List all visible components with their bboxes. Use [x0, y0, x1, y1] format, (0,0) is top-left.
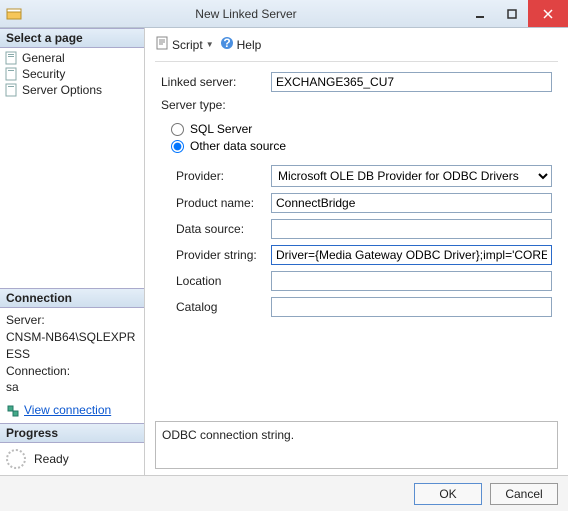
- sidebar: Select a page General Security Server Op…: [0, 28, 145, 475]
- ok-button[interactable]: OK: [414, 483, 482, 505]
- view-connection-label: View connection: [24, 402, 111, 419]
- sidebar-item-label: Security: [22, 67, 65, 81]
- main-panel: Script ▼ ? Help Linked server: Server ty…: [145, 28, 568, 475]
- svg-text:?: ?: [223, 36, 230, 50]
- cancel-button[interactable]: Cancel: [490, 483, 558, 505]
- connection-header: Connection: [0, 288, 144, 308]
- connection-label: Connection:: [6, 363, 138, 380]
- sidebar-item-server-options[interactable]: Server Options: [4, 82, 140, 98]
- help-icon: ?: [220, 36, 234, 53]
- sidebar-item-general[interactable]: General: [4, 50, 140, 66]
- provider-string-label: Provider string:: [176, 248, 271, 262]
- help-button[interactable]: ? Help: [220, 36, 262, 53]
- linked-server-label: Linked server:: [161, 75, 271, 89]
- sql-server-radio[interactable]: [171, 123, 184, 136]
- page-icon: [4, 67, 18, 81]
- sidebar-item-label: General: [22, 51, 65, 65]
- provider-string-input[interactable]: [271, 245, 552, 265]
- select-page-header: Select a page: [0, 28, 144, 48]
- help-label: Help: [237, 38, 262, 52]
- window-title: New Linked Server: [28, 7, 464, 21]
- data-source-label: Data source:: [176, 222, 271, 236]
- progress-header: Progress: [0, 423, 144, 443]
- close-button[interactable]: [528, 0, 568, 27]
- server-type-label: Server type:: [161, 98, 552, 112]
- progress-status: Ready: [34, 452, 69, 466]
- catalog-input[interactable]: [271, 297, 552, 317]
- page-icon: [4, 83, 18, 97]
- page-icon: [4, 51, 18, 65]
- provider-select[interactable]: Microsoft OLE DB Provider for ODBC Drive…: [271, 165, 552, 187]
- sidebar-item-security[interactable]: Security: [4, 66, 140, 82]
- description-box: ODBC connection string.: [155, 421, 558, 469]
- view-connection-link[interactable]: View connection: [6, 402, 138, 419]
- connection-value: sa: [6, 379, 138, 396]
- linked-server-input[interactable]: [271, 72, 552, 92]
- data-source-input[interactable]: [271, 219, 552, 239]
- other-source-radio-label: Other data source: [190, 139, 286, 153]
- app-icon: [6, 6, 22, 22]
- connection-icon: [6, 404, 20, 418]
- chevron-down-icon: ▼: [206, 40, 214, 49]
- connection-info: Server: CNSM-NB64\SQLEXPRESS Connection:…: [0, 308, 144, 423]
- other-source-radio[interactable]: [171, 140, 184, 153]
- provider-label: Provider:: [176, 169, 271, 183]
- product-name-input[interactable]: [271, 193, 552, 213]
- script-label: Script: [172, 38, 203, 52]
- product-name-label: Product name:: [176, 196, 271, 210]
- dialog-footer: OK Cancel: [0, 475, 568, 511]
- sql-server-radio-label: SQL Server: [190, 122, 252, 136]
- script-button[interactable]: Script ▼: [155, 36, 214, 53]
- sidebar-item-label: Server Options: [22, 83, 102, 97]
- maximize-button[interactable]: [496, 0, 528, 27]
- title-bar: New Linked Server: [0, 0, 568, 28]
- catalog-label: Catalog: [176, 300, 271, 314]
- server-label: Server:: [6, 312, 138, 329]
- description-text: ODBC connection string.: [162, 428, 294, 442]
- script-icon: [155, 36, 169, 53]
- server-value: CNSM-NB64\SQLEXPRESS: [6, 329, 138, 363]
- location-input[interactable]: [271, 271, 552, 291]
- minimize-button[interactable]: [464, 0, 496, 27]
- location-label: Location: [176, 274, 271, 288]
- progress-spinner-icon: [6, 449, 26, 469]
